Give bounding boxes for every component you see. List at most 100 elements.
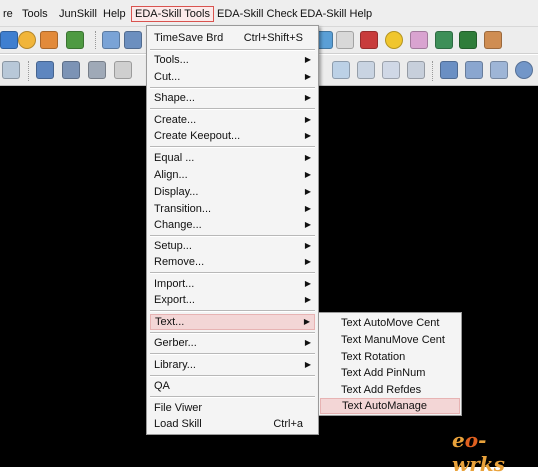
menu-item-label: Library... — [154, 359, 196, 371]
sun-icon[interactable] — [385, 31, 403, 49]
submenu-arrow-icon: ▶ — [304, 204, 311, 213]
submenu-item-text-manumove-cent[interactable]: Text ManuMove Cent — [320, 332, 460, 348]
layer-icon[interactable] — [124, 31, 142, 49]
text-rotate-icon[interactable] — [357, 61, 375, 79]
menu-item-text[interactable]: Text... ▶ — [150, 314, 315, 330]
submenu-item-text-add-refdes[interactable]: Text Add Refdes — [320, 382, 460, 398]
menu-separator — [150, 146, 315, 148]
menu-eda-skill-check[interactable]: EDA-Skill Check — [214, 6, 301, 22]
menu-separator — [150, 87, 315, 89]
menu-item-cut[interactable]: Cut... ▶ — [150, 69, 315, 85]
menu-item-change[interactable]: Change... ▶ — [150, 217, 315, 233]
flip-icon[interactable] — [66, 31, 84, 49]
menu-separator — [150, 332, 315, 334]
menu-item-label: Export... — [154, 294, 195, 306]
menu-item-transition[interactable]: Transition... ▶ — [150, 201, 315, 217]
text-manage-icon[interactable] — [407, 61, 425, 79]
menu-separator — [150, 49, 315, 51]
frame-icon[interactable] — [490, 61, 508, 79]
menu-help[interactable]: Help — [100, 6, 129, 22]
menu-eda-skill-tools[interactable]: EDA-Skill Tools — [131, 6, 214, 22]
menu-junskill[interactable]: JunSkill — [56, 6, 100, 22]
menu-item-shape[interactable]: Shape... ▶ — [150, 90, 315, 106]
menu-item-label: Equal ... — [154, 152, 195, 164]
eda-skill-tools-menu: TimeSave Brd Ctrl+Shift+S Tools... ▶ Cut… — [146, 25, 319, 435]
submenu-arrow-icon: ▶ — [304, 93, 311, 102]
submenu-arrow-icon: ▶ — [304, 187, 311, 196]
menu-item-create[interactable]: Create... ▶ — [150, 112, 315, 128]
menu-separator — [150, 353, 315, 355]
window-icon[interactable] — [440, 61, 458, 79]
measure-icon[interactable] — [2, 61, 20, 79]
menu-item-export[interactable]: Export... ▶ — [150, 292, 315, 308]
pen-icon[interactable] — [360, 31, 378, 49]
menu-item-equal[interactable]: Equal ... ▶ — [150, 150, 315, 166]
submenu-arrow-icon: ▶ — [304, 153, 311, 162]
menu-separator — [150, 108, 315, 110]
submenu-arrow-icon: ▶ — [304, 338, 311, 347]
menu-file-partial[interactable]: re — [0, 6, 16, 22]
menu-item-label: Create... — [154, 114, 197, 126]
menu-item-tools[interactable]: Tools... ▶ — [150, 52, 315, 68]
hourglass-icon[interactable] — [459, 31, 477, 49]
toolbar-separator — [432, 61, 433, 81]
menu-item-remove[interactable]: Remove... ▶ — [150, 254, 315, 270]
submenu-arrow-icon: ▶ — [303, 317, 310, 326]
menu-item-library[interactable]: Library... ▶ — [150, 357, 315, 373]
menu-item-label: QA — [154, 380, 170, 392]
menu-item-label: Display... — [154, 186, 199, 198]
menu-item-label: Change... — [154, 219, 202, 231]
submenu-arrow-icon: ▶ — [304, 131, 311, 140]
via-icon[interactable] — [88, 61, 106, 79]
menu-separator — [150, 235, 315, 237]
tool-icon[interactable] — [484, 31, 502, 49]
toolbar-separator — [95, 31, 96, 49]
split-icon[interactable] — [465, 61, 483, 79]
bars-icon[interactable] — [435, 31, 453, 49]
pin-icon[interactable] — [62, 61, 80, 79]
submenu-arrow-icon: ▶ — [304, 295, 311, 304]
submenu-item-text-automove-cent[interactable]: Text AutoMove Cent — [320, 315, 460, 331]
submenu-item-text-add-pinnum[interactable]: Text Add PinNum — [320, 365, 460, 381]
menu-item-display[interactable]: Display... ▶ — [150, 184, 315, 200]
submenu-arrow-icon: ▶ — [304, 72, 311, 81]
menu-tools[interactable]: Tools — [19, 6, 51, 22]
menu-item-label: TimeSave Brd — [154, 32, 224, 44]
shortcut-label: Ctrl+Shift+S — [243, 32, 303, 44]
submenu-arrow-icon: ▶ — [304, 360, 311, 369]
menu-separator — [150, 272, 315, 274]
submenu-item-text-rotation[interactable]: Text Rotation — [320, 349, 460, 365]
menu-separator — [150, 375, 315, 377]
menu-eda-skill-help[interactable]: EDA-Skill Help — [297, 6, 375, 22]
menu-item-timesave-brd[interactable]: TimeSave Brd Ctrl+Shift+S — [150, 30, 315, 46]
menu-item-create-keepout[interactable]: Create Keepout... ▶ — [150, 128, 315, 144]
toolbar-separator — [28, 61, 29, 81]
help-icon[interactable] — [515, 61, 533, 79]
menu-item-label: Transition... — [154, 203, 212, 215]
number-icon[interactable] — [336, 31, 354, 49]
menu-bar: re Tools JunSkill Help EDA-Skill Tools E… — [0, 0, 538, 27]
text-move-icon[interactable] — [332, 61, 350, 79]
menu-item-load-skill[interactable]: Load Skill Ctrl+a — [150, 416, 315, 432]
component-icon[interactable] — [36, 61, 54, 79]
menu-item-gerber[interactable]: Gerber... ▶ — [150, 335, 315, 351]
menu-item-label: Create Keepout... — [154, 130, 241, 142]
grid-icon[interactable] — [102, 31, 120, 49]
zoom-icon[interactable] — [0, 31, 18, 49]
submenu-arrow-icon: ▶ — [304, 55, 311, 64]
menu-item-label: Load Skill — [154, 418, 202, 430]
menu-item-label: Gerber... — [154, 337, 197, 349]
menu-item-qa[interactable]: QA — [150, 378, 315, 394]
menu-item-label: Align... — [154, 169, 188, 181]
text-add-icon[interactable] — [382, 61, 400, 79]
menu-item-setup[interactable]: Setup... ▶ — [150, 238, 315, 254]
menu-item-label: Text... — [155, 316, 185, 328]
menu-item-file-viwer[interactable]: File Viwer — [150, 400, 315, 416]
brush-icon[interactable] — [410, 31, 428, 49]
camera-icon[interactable] — [114, 61, 132, 79]
submenu-item-text-automanage[interactable]: Text AutoManage — [320, 398, 460, 414]
menu-item-align[interactable]: Align... ▶ — [150, 167, 315, 183]
3d-view-icon[interactable] — [40, 31, 58, 49]
menu-item-import[interactable]: Import... ▶ — [150, 276, 315, 292]
refresh-icon[interactable] — [18, 31, 36, 49]
